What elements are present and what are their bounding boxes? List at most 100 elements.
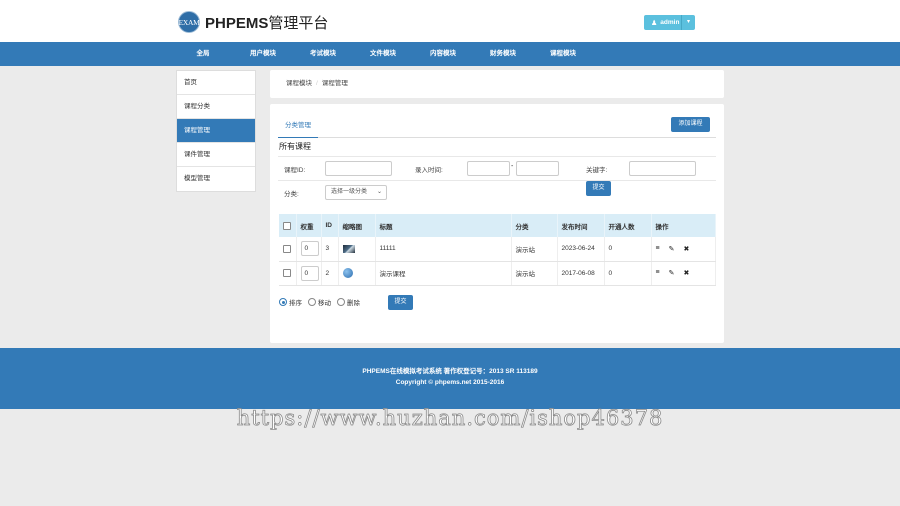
- edit-icon[interactable]: ✎: [669, 269, 675, 277]
- header-users: 开通人数: [604, 214, 652, 237]
- edit-icon[interactable]: ✎: [669, 245, 675, 253]
- sidebar-item-model[interactable]: 模型管理: [177, 167, 255, 191]
- table-header-row: 权重 ID 缩略图 标题 分类 发布时间 开通人数 操作: [279, 214, 716, 237]
- radio-sort-dot[interactable]: [279, 298, 287, 306]
- sidebar-item-course-category[interactable]: 课程分类: [177, 95, 255, 119]
- actions-cell: ≡ ✎ ✖: [651, 237, 716, 262]
- id-cell: 2: [321, 261, 339, 286]
- nav-item-content[interactable]: 内容模块: [418, 42, 468, 66]
- nav-item-finance[interactable]: 财务模块: [478, 42, 528, 66]
- table-row: 0 2 演示课程 演示站 2017-06-08 0 ≡ ✎ ✖: [279, 261, 716, 286]
- category-cell: 演示站: [511, 261, 558, 286]
- filter-row-1: 课程ID: 录入时间: - 关键字:: [278, 156, 716, 179]
- course-id-label: 课程ID:: [284, 167, 306, 174]
- row-checkbox[interactable]: [283, 269, 291, 277]
- thumbnail-cell: [338, 261, 376, 286]
- nav-item-users[interactable]: 用户模块: [238, 42, 288, 66]
- sidebar-item-courseware[interactable]: 课件管理: [177, 143, 255, 167]
- time-label: 录入时间:: [415, 167, 443, 174]
- watermark: https://www.huzhan.com/ishop46378: [236, 406, 664, 431]
- breadcrumb-item-module[interactable]: 课程模块: [286, 80, 312, 87]
- app-title-brand: PHPEMS: [205, 14, 269, 32]
- row-select-cell[interactable]: [279, 237, 297, 262]
- thumbnail-cell: [338, 237, 376, 262]
- top-header: EXAM PHPEMS管理平台 ♟ admin ▾: [0, 0, 900, 42]
- weight-cell: 0: [296, 237, 322, 262]
- keyword-label: 关键字:: [586, 167, 608, 174]
- section-title: 所有课程: [279, 142, 311, 151]
- app-title-rest: 管理平台: [268, 14, 329, 32]
- footer-copyright-registration: PHPEMS在线模拟考试系统 著作权登记号：2013 SR 113189: [362, 368, 538, 375]
- list-icon[interactable]: ≡: [656, 245, 660, 253]
- users-cell: 0: [604, 237, 652, 262]
- row-select-cell[interactable]: [279, 261, 297, 286]
- radio-sort[interactable]: 排序: [279, 297, 302, 307]
- category-select[interactable]: 选择一级分类 ⌄: [325, 185, 387, 200]
- course-id-input[interactable]: [325, 161, 392, 176]
- batch-submit-button[interactable]: 提交: [388, 294, 413, 310]
- title-cell: 演示课程: [375, 261, 512, 286]
- nav-item-files[interactable]: 文件模块: [358, 42, 408, 66]
- header-publish-time: 发布时间: [557, 214, 605, 237]
- add-course-button[interactable]: 添加课程: [671, 117, 710, 132]
- sidebar-item-course-manage[interactable]: 课程管理: [177, 119, 255, 143]
- chevron-down-icon: ⌄: [376, 189, 382, 195]
- header-actions: 操作: [651, 214, 716, 237]
- radio-move-label: 移动: [318, 300, 331, 307]
- header-category: 分类: [511, 214, 558, 237]
- user-icon: ♟: [651, 19, 658, 27]
- delete-icon[interactable]: ✖: [683, 269, 689, 277]
- breadcrumb: 课程模块 / 课程管理: [270, 70, 724, 98]
- tab-category-manage[interactable]: 分类管理: [278, 116, 318, 138]
- category-label: 分类:: [284, 191, 299, 198]
- sidebar-item-home[interactable]: 首页: [177, 71, 255, 95]
- logo[interactable]: EXAM PHPEMS管理平台: [178, 11, 328, 33]
- main-nav: 全局 用户模块 考试模块 文件模块 内容模块 财务模块 课程模块: [0, 42, 900, 66]
- select-all-checkbox[interactable]: [283, 221, 291, 230]
- radio-delete-dot[interactable]: [337, 298, 345, 306]
- breadcrumb-item-current: 课程管理: [321, 80, 348, 87]
- nav-item-global[interactable]: 全局: [178, 42, 228, 66]
- nav-item-exam[interactable]: 考试模块: [298, 42, 348, 66]
- weight-input[interactable]: 0: [300, 241, 319, 257]
- delete-icon[interactable]: ✖: [683, 245, 689, 253]
- list-icon[interactable]: ≡: [656, 269, 660, 277]
- user-menu-button[interactable]: ♟ admin ▾: [644, 15, 695, 30]
- nav-item-course[interactable]: 课程模块: [538, 42, 588, 66]
- radio-move[interactable]: 移动: [308, 297, 331, 307]
- start-date-input[interactable]: [467, 161, 510, 176]
- keyword-input[interactable]: [629, 161, 696, 176]
- filter-row-2: 分类: 选择一级分类 ⌄ 提交: [278, 180, 716, 203]
- app-title: PHPEMS管理平台: [205, 12, 328, 33]
- radio-delete[interactable]: 删除: [337, 297, 360, 307]
- end-date-input[interactable]: [516, 161, 559, 176]
- category-select-value: 选择一级分类: [331, 189, 368, 195]
- users-cell: 0: [604, 261, 652, 286]
- row-checkbox[interactable]: [283, 244, 291, 253]
- course-table: 权重 ID 缩略图 标题 分类 发布时间 开通人数 操作 0 3 11111 演…: [279, 214, 716, 286]
- header-select-all[interactable]: [279, 214, 297, 237]
- footer-copyright: Copyright © phpems.net 2015-2016: [395, 379, 505, 386]
- header-weight: 权重: [296, 214, 322, 237]
- radio-move-dot[interactable]: [308, 298, 316, 306]
- actions-cell: ≡ ✎ ✖: [651, 261, 716, 286]
- footer: PHPEMS在线模拟考试系统 著作权登记号：2013 SR 113189 Cop…: [0, 348, 900, 409]
- filter-submit-button[interactable]: 提交: [586, 181, 611, 196]
- weight-input[interactable]: 0: [300, 265, 319, 281]
- breadcrumb-separator: /: [316, 80, 318, 87]
- header-thumbnail: 缩略图: [338, 214, 376, 237]
- header-id: ID: [321, 214, 339, 237]
- date-cell: 2023-06-24: [557, 237, 605, 262]
- date-separator: -: [511, 163, 514, 170]
- course-thumbnail: [342, 244, 355, 253]
- date-cell: 2017-06-08: [557, 261, 605, 286]
- caret-down-icon[interactable]: ▾: [687, 18, 690, 25]
- radio-sort-label: 排序: [289, 300, 302, 307]
- logo-badge: EXAM: [178, 11, 200, 33]
- table-row: 0 3 11111 演示站 2023-06-24 0 ≡ ✎ ✖: [279, 237, 716, 262]
- course-thumbnail: [342, 268, 353, 278]
- title-cell: 11111: [375, 237, 512, 262]
- button-divider: [681, 15, 682, 30]
- radio-delete-label: 删除: [347, 300, 360, 307]
- category-cell: 演示站: [511, 237, 558, 262]
